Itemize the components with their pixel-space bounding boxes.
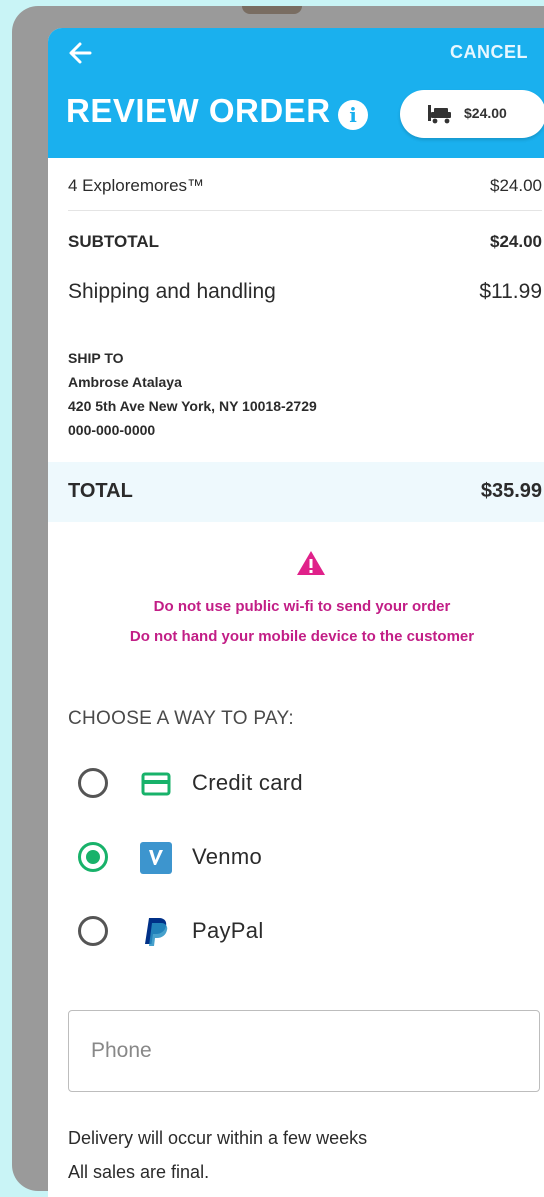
- header-bar: CANCEL REVIEW ORDER i $24.00: [48, 28, 544, 158]
- warning-device: Do not hand your mobile device to the cu…: [129, 628, 475, 645]
- arrow-left-icon[interactable]: [66, 38, 94, 68]
- subtotal-value: $24.00: [490, 232, 542, 251]
- phone-input[interactable]: [68, 1010, 540, 1092]
- payment-option-paypal[interactable]: PayPal: [78, 914, 518, 954]
- cancel-button[interactable]: CANCEL: [450, 42, 528, 63]
- app-screen: CANCEL REVIEW ORDER i $24.00 4 Exploremo…: [48, 28, 544, 1197]
- shipping-value: $11.99: [479, 280, 542, 303]
- total-value: $35.99: [480, 480, 542, 502]
- paypal-label: PayPal: [192, 918, 264, 943]
- shipping-label: Shipping and handling: [68, 280, 276, 303]
- ship-to-name: Ambrose Atalaya: [68, 374, 182, 390]
- sales-final-note: All sales are final.: [68, 1162, 210, 1182]
- credit-card-label: Credit card: [192, 770, 303, 795]
- total-label: TOTAL: [68, 480, 133, 502]
- ship-to-phone: 000-000-0000: [68, 422, 156, 438]
- payment-option-venmo[interactable]: Venmo: [78, 840, 518, 880]
- cart-icon: [428, 105, 451, 124]
- page-title: REVIEW ORDER: [66, 92, 331, 129]
- total-row: TOTAL $35.99: [48, 462, 544, 522]
- cart-total: $24.00: [464, 105, 507, 121]
- device-frame: CANCEL REVIEW ORDER i $24.00 4 Exploremo…: [12, 6, 544, 1197]
- warning-wifi: Do not use public wi-fi to send your ord…: [153, 598, 451, 615]
- divider: [68, 210, 542, 211]
- ship-to-address: 420 5th Ave New York, NY 10018-2729: [68, 398, 317, 414]
- subtotal-label: SUBTOTAL: [68, 232, 159, 251]
- payment-heading: CHOOSE A WAY TO PAY:: [68, 708, 294, 729]
- ship-to-label: SHIP TO: [68, 350, 124, 366]
- venmo-icon: [140, 842, 172, 874]
- payment-option-credit-card[interactable]: Credit card: [78, 766, 518, 806]
- paypal-icon: [145, 918, 168, 946]
- ship-to-block: SHIP TO Ambrose Atalaya 420 5th Ave New …: [68, 346, 317, 442]
- item-label: 4 Exploremores™: [68, 176, 205, 195]
- radio-venmo[interactable]: [78, 842, 108, 872]
- warning-triangle-icon: [297, 551, 325, 575]
- credit-card-icon: [141, 772, 171, 796]
- item-price: $24.00: [490, 176, 542, 195]
- delivery-note: Delivery will occur within a few weeks: [68, 1128, 368, 1148]
- cart-button[interactable]: $24.00: [400, 90, 544, 138]
- venmo-label: Venmo: [192, 844, 262, 869]
- camera-notch: [242, 6, 302, 14]
- info-icon[interactable]: i: [338, 100, 368, 130]
- radio-paypal[interactable]: [78, 916, 108, 946]
- radio-credit-card[interactable]: [78, 768, 108, 798]
